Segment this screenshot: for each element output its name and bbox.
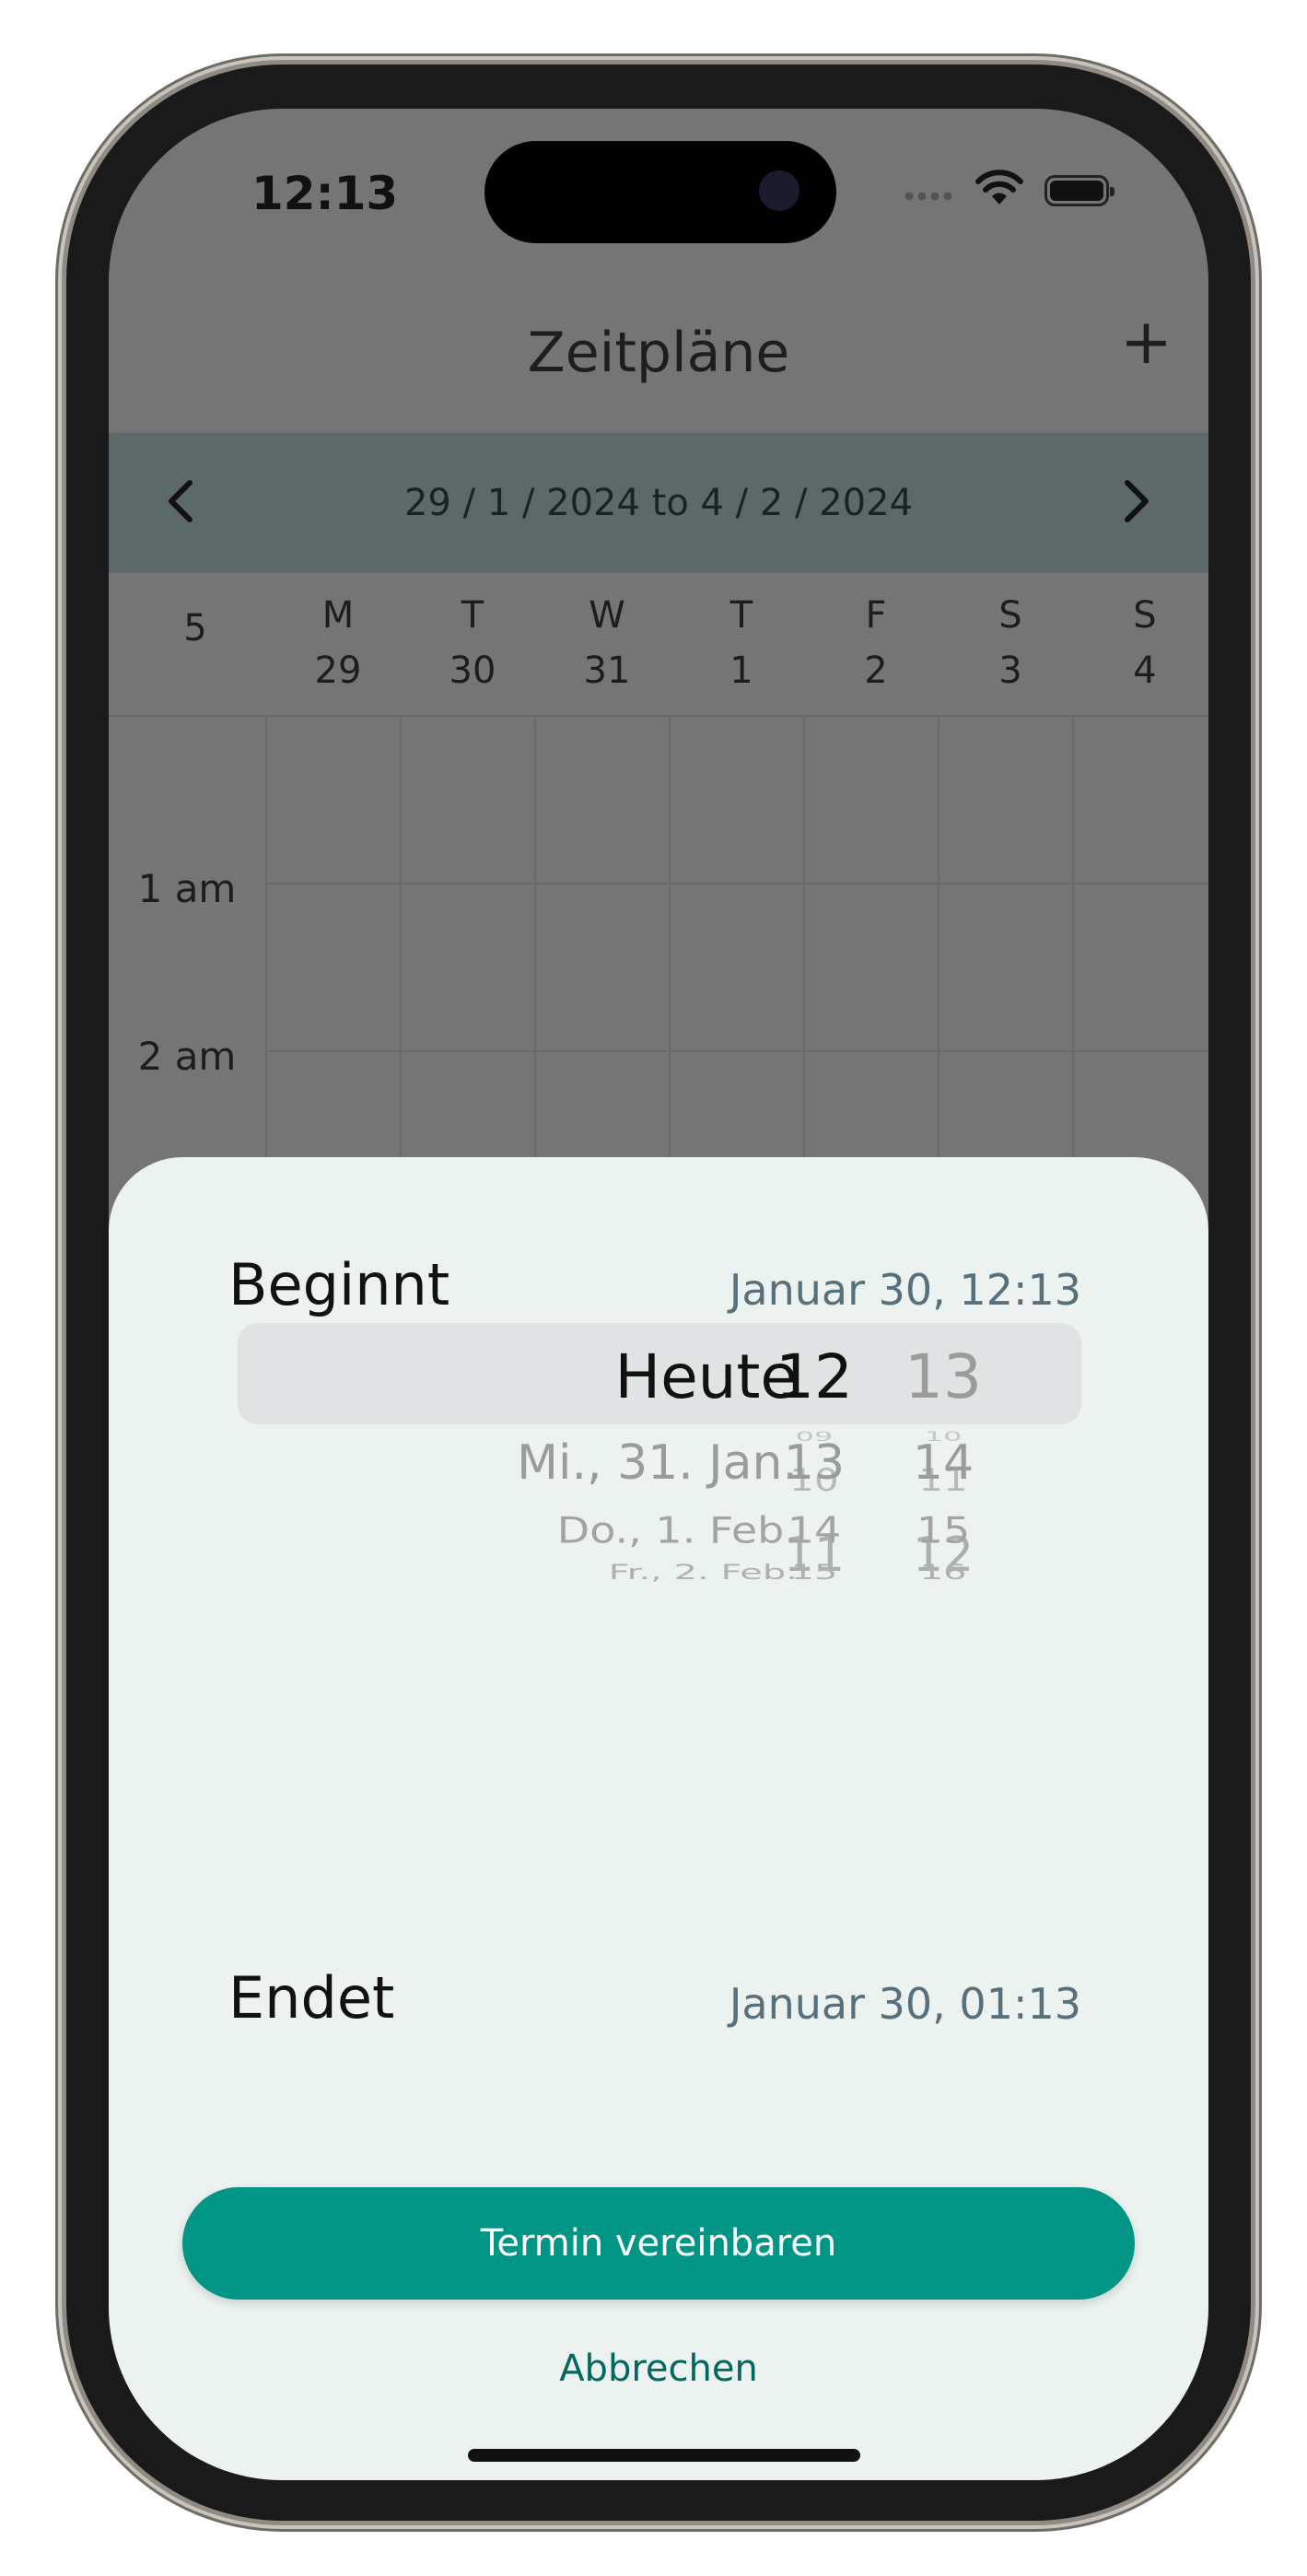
hour-label: 2 am [137,1034,237,1079]
day-header-thu[interactable]: T 1 [674,588,809,698]
picker-date-selected[interactable]: Heute [293,1341,798,1412]
signal-dots-icon [903,192,954,201]
grid-line [265,1050,1208,1052]
hour-label: 1 am [137,866,237,911]
status-time: 12:13 [251,167,399,220]
week-range: 29 / 1 / 2024 to 4 / 2 / 2024 [403,482,914,524]
cancel-button[interactable]: Abbrechen [109,2348,1208,2390]
picker-date[interactable]: Fr., 2. Feb. [293,1561,798,1584]
page-title: Zeitpläne [527,321,790,385]
add-schedule-button[interactable]: + [1120,311,1173,374]
camera-icon [759,170,799,211]
day-letter: T [461,594,484,637]
picker-date[interactable]: Do., 1. Feb. [293,1509,798,1551]
action-button[interactable] [55,551,66,652]
end-value[interactable]: Januar 30, 01:13 [698,1979,1081,2029]
picker-minute[interactable]: 15 [897,1509,989,1551]
picker-minute[interactable]: 14 [897,1435,989,1491]
phone-frame: 12:13 Zeitpläne + 29 / 1 / 2024 to 4 / 2… [66,64,1251,2521]
picker-hour-selected[interactable]: 12 [768,1341,860,1412]
day-header-sat[interactable]: S 3 [943,588,1078,698]
schedule-appointment-button[interactable]: Termin vereinbaren [182,2187,1135,2300]
day-date: 30 [449,650,496,692]
picker-minute-selected[interactable]: 13 [897,1341,989,1412]
picker-hour[interactable]: 13 [768,1435,860,1491]
day-letter: F [865,594,887,637]
day-date: 29 [314,650,362,692]
day-date: 31 [583,650,631,692]
week-number: 5 [183,607,207,650]
start-label: Beginnt [228,1251,450,1318]
day-header-sun[interactable]: S 4 [1078,588,1208,698]
picker-hour[interactable]: 15 [768,1561,860,1584]
end-label: Endet [228,1964,395,2032]
day-header-tue[interactable]: T 30 [405,588,540,698]
screen: 12:13 Zeitpläne + 29 / 1 / 2024 to 4 / 2… [109,109,1208,2480]
grid-line [109,715,1208,717]
picker-minute[interactable]: 16 [897,1561,989,1584]
day-letter: W [589,594,625,637]
day-letter: S [998,594,1022,637]
day-letter: T [729,594,753,637]
day-header-wed[interactable]: W 31 [540,588,674,698]
home-indicator[interactable] [468,2449,860,2462]
day-header-fri[interactable]: F 2 [809,588,943,698]
day-date: 4 [1133,650,1157,692]
volume-down-button[interactable] [55,972,66,1162]
power-button[interactable] [1251,866,1262,1161]
wifi-icon [975,170,1023,205]
day-date: 3 [998,650,1022,692]
day-letter: M [321,594,355,637]
picker-hour[interactable]: 14 [768,1509,860,1551]
volume-up-button[interactable] [55,731,66,920]
picker-date[interactable]: Mi., 31. Jan. [293,1435,798,1491]
dynamic-island [484,141,836,243]
day-date: 1 [729,650,753,692]
day-letter: S [1133,594,1157,637]
day-header-mon[interactable]: M 29 [271,588,405,698]
battery-icon [1044,175,1114,206]
start-value[interactable]: Januar 30, 12:13 [698,1265,1081,1315]
day-date: 2 [864,650,888,692]
grid-line [265,883,1208,884]
